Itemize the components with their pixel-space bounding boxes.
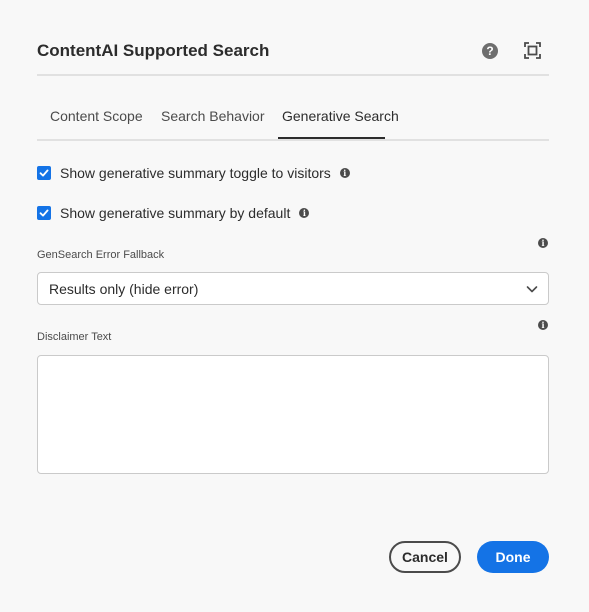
disclaimer-label: Disclaimer Text	[37, 331, 112, 343]
fallback-label: GenSearch Error Fallback	[37, 249, 165, 261]
help-icon[interactable]: ?	[482, 43, 498, 59]
fallback-selected-value: Results only (hide error)	[49, 281, 199, 297]
checkmark-icon	[39, 169, 49, 177]
show-toggle-label: Show generative summary toggle to visito…	[60, 165, 331, 181]
dialog: ContentAI Supported Search ? Content Sco…	[0, 0, 589, 612]
info-icon[interactable]: i	[299, 208, 310, 218]
disclaimer-textarea[interactable]	[37, 355, 549, 474]
tab-content-scope[interactable]: Content Scope	[50, 108, 143, 124]
info-icon[interactable]: i	[538, 238, 548, 248]
chevron-down-icon	[526, 286, 538, 293]
info-icon[interactable]: i	[339, 168, 350, 178]
show-toggle-option: Show generative summary toggle to visito…	[37, 164, 350, 182]
tab-list: Content Scope Search Behavior Generative…	[37, 98, 549, 141]
cancel-button[interactable]: Cancel	[389, 541, 461, 573]
tab-search-behavior[interactable]: Search Behavior	[161, 108, 265, 124]
info-icon[interactable]: i	[538, 320, 548, 330]
show-default-checkbox[interactable]	[37, 206, 51, 220]
fallback-select[interactable]: Results only (hide error)	[37, 272, 549, 305]
show-toggle-checkbox[interactable]	[37, 166, 51, 180]
dialog-header: ContentAI Supported Search ?	[37, 30, 549, 76]
selected-tab-indicator	[278, 137, 385, 139]
fullscreen-icon[interactable]	[524, 42, 541, 59]
show-default-option: Show generative summary by default i	[37, 204, 310, 222]
dialog-title: ContentAI Supported Search	[37, 41, 270, 60]
tab-generative-search[interactable]: Generative Search	[282, 108, 399, 124]
done-button[interactable]: Done	[477, 541, 549, 573]
checkmark-icon	[39, 209, 49, 217]
show-default-label: Show generative summary by default	[60, 205, 291, 221]
